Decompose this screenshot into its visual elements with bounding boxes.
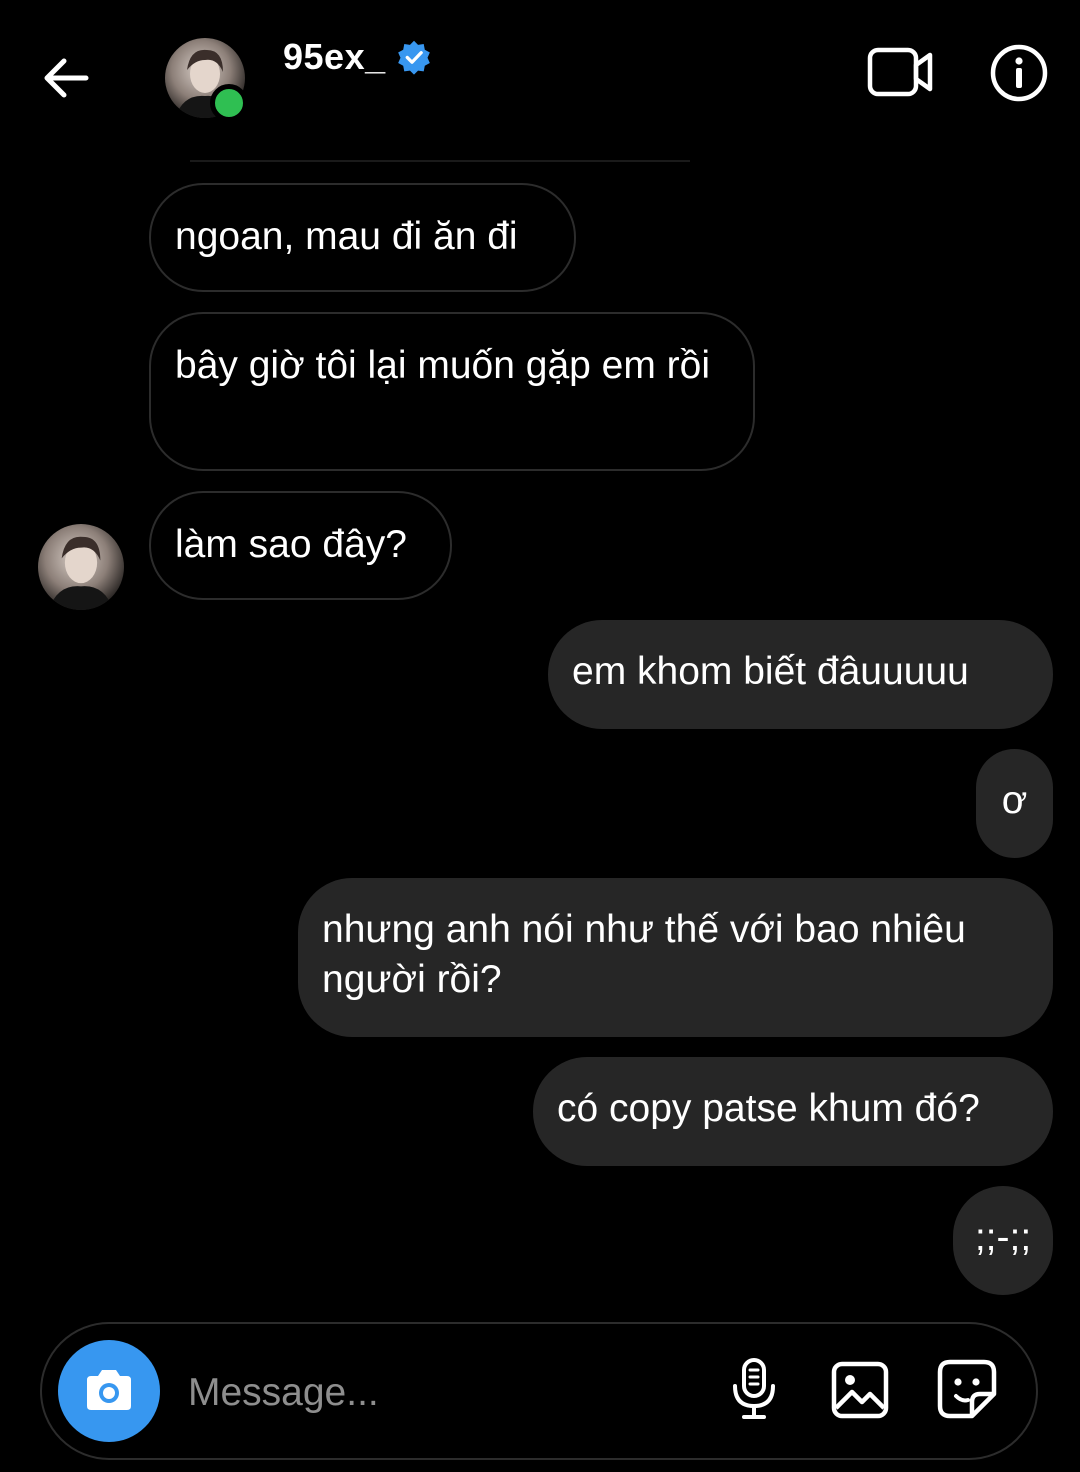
microphone-icon [733,1358,775,1419]
header-divider [190,160,690,162]
online-status-indicator [210,84,248,122]
message-text: nhưng anh nói như thế với bao nhiêu ngườ… [322,908,966,1001]
message-text: làm sao đây? [175,523,407,566]
gallery-button[interactable] [830,1360,890,1420]
camera-button[interactable] [58,1340,160,1442]
camera-icon [87,1370,131,1410]
arrow-left-icon [44,58,89,98]
message-text: có copy patse khum đó? [557,1087,980,1130]
message-bubble-outgoing[interactable]: ơ [976,749,1053,858]
message-text: ơ [1001,779,1028,822]
info-button[interactable] [988,42,1050,104]
message-bubble-incoming[interactable]: làm sao đây? [149,491,452,600]
verified-badge-icon [397,40,430,75]
chat-screen: 95ex_ ngoan, mau đi ăn đi bây giờ tôi lạ… [0,0,1080,1472]
video-camera-icon [867,47,933,97]
username-row[interactable]: 95ex_ [283,36,432,78]
message-bubble-incoming[interactable]: ngoan, mau đi ăn đi [149,183,576,292]
message-bubble-outgoing[interactable]: nhưng anh nói như thế với bao nhiêu ngườ… [298,878,1053,1037]
username: 95ex_ [283,36,386,77]
message-bubble-outgoing[interactable]: có copy patse khum đó? [533,1057,1053,1166]
message-text: bây giờ tôi lại muốn gặp em rồi [175,344,711,387]
video-call-button[interactable] [866,44,936,102]
avatar-portrait [48,536,114,610]
sender-avatar[interactable] [38,524,124,610]
sticker-icon [937,1359,997,1419]
image-icon [831,1361,889,1419]
message-bubble-incoming[interactable]: bây giờ tôi lại muốn gặp em rồi [149,312,755,471]
back-button[interactable] [38,50,94,106]
voice-message-button[interactable] [726,1356,782,1422]
message-bubble-outgoing[interactable]: em khom biết đâuuuuu [548,620,1053,729]
message-text: ;;-;; [974,1216,1032,1259]
message-text: ngoan, mau đi ăn đi [175,215,518,258]
message-input[interactable] [188,1360,688,1426]
message-bubble-outgoing[interactable]: ;;-;; [953,1186,1053,1295]
info-icon [990,44,1048,102]
sticker-button[interactable] [936,1358,998,1420]
message-text: em khom biết đâuuuuu [572,650,969,693]
chat-header: 95ex_ [0,0,1080,165]
